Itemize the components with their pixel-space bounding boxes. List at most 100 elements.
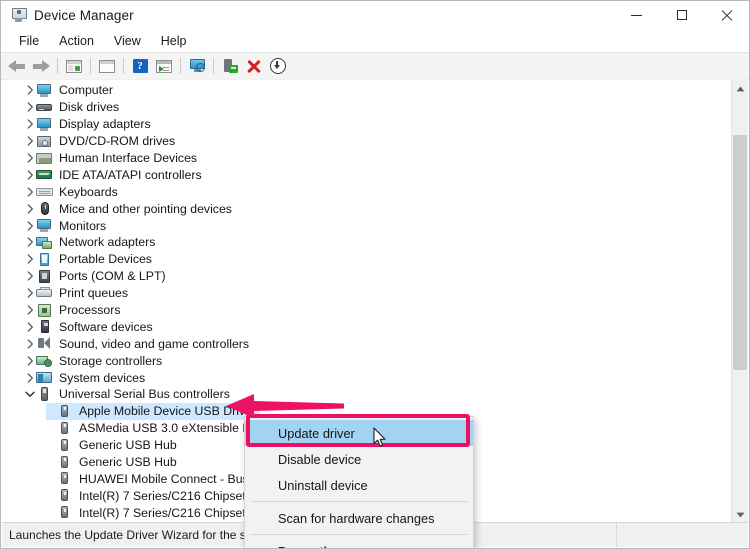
minimize-button[interactable]	[614, 1, 659, 29]
vertical-scrollbar[interactable]	[731, 80, 748, 523]
menu-bar: File Action View Help	[1, 29, 749, 52]
tree-item[interactable]: Ports (COM & LPT)	[2, 268, 730, 285]
scroll-up-button[interactable]	[732, 80, 748, 97]
chevron-right-icon[interactable]	[24, 133, 36, 149]
chevron-right-icon[interactable]	[24, 336, 36, 352]
scrollbar-thumb[interactable]	[733, 135, 747, 370]
tree-item[interactable]: Print queues	[2, 285, 730, 302]
chevron-right-icon[interactable]	[24, 268, 36, 284]
tree-item-label: Apple Mobile Device USB Driver	[79, 404, 257, 419]
chevron-right-icon[interactable]	[24, 218, 36, 234]
usb-device-icon	[56, 421, 73, 436]
system-device-icon	[36, 370, 53, 385]
maximize-button[interactable]	[659, 1, 704, 29]
tree-item-label: IDE ATA/ATAPI controllers	[59, 167, 202, 182]
tree-item[interactable]: Keyboards	[2, 183, 730, 200]
menu-view[interactable]: View	[104, 32, 151, 50]
usb-device-icon	[56, 488, 73, 503]
chevron-right-icon[interactable]	[24, 201, 36, 217]
chevron-right-icon[interactable]	[24, 234, 36, 250]
tree-item[interactable]: Sound, video and game controllers	[2, 335, 730, 352]
monitor-icon	[36, 218, 53, 233]
usb-device-icon	[56, 505, 73, 520]
tree-item-label: Portable Devices	[59, 252, 152, 267]
tree-item[interactable]: Storage controllers	[2, 352, 730, 369]
chevron-right-icon[interactable]	[24, 370, 36, 386]
ctx-disable-device[interactable]: Disable device	[245, 446, 473, 472]
tree-item[interactable]: DVD/CD-ROM drives	[2, 133, 730, 150]
window-controls	[614, 1, 749, 29]
properties-icon	[156, 59, 172, 73]
minimize-icon	[631, 14, 642, 16]
close-icon	[721, 10, 732, 21]
scan-for-hardware-changes-icon	[189, 59, 206, 73]
tree-item[interactable]: Monitors	[2, 217, 730, 234]
tree-item-label: Ports (COM & LPT)	[59, 269, 166, 284]
chevron-right-icon[interactable]	[24, 319, 36, 335]
tree-item[interactable]: System devices	[2, 369, 730, 386]
help-button[interactable]: ?	[128, 55, 152, 77]
tree-item[interactable]: IDE ATA/ATAPI controllers	[2, 166, 730, 183]
tree-item[interactable]: Display adapters	[2, 116, 730, 133]
chevron-right-icon[interactable]	[24, 167, 36, 183]
chevron-right-icon[interactable]	[24, 116, 36, 132]
properties-window-icon	[99, 59, 115, 73]
forward-button[interactable]	[29, 55, 53, 77]
tree-item[interactable]: Processors	[2, 302, 730, 319]
uninstall-device-button[interactable]	[242, 55, 266, 77]
hid-icon	[36, 151, 53, 166]
menu-action[interactable]: Action	[49, 32, 104, 50]
properties-window-button[interactable]	[95, 55, 119, 77]
chevron-right-icon[interactable]	[24, 285, 36, 301]
back-button[interactable]	[5, 55, 29, 77]
ctx-properties[interactable]: Properties	[245, 538, 473, 549]
tree-item-label: Disk drives	[59, 100, 120, 115]
tree-item[interactable]: Software devices	[2, 318, 730, 335]
update-driver-icon	[223, 58, 238, 74]
context-menu[interactable]: Update driver Disable device Uninstall dev…	[244, 416, 474, 549]
tree-item-label: Keyboards	[59, 184, 118, 199]
tree-item[interactable]: Universal Serial Bus controllers	[2, 386, 730, 403]
chevron-right-icon[interactable]	[24, 99, 36, 115]
chevron-right-icon[interactable]	[24, 150, 36, 166]
menu-file[interactable]: File	[9, 32, 49, 50]
tree-item[interactable]: Human Interface Devices	[2, 150, 730, 167]
tree-item[interactable]: Computer	[2, 82, 730, 99]
chevron-right-icon[interactable]	[24, 184, 36, 200]
chevron-right-icon[interactable]	[24, 251, 36, 267]
tree-item[interactable]: Portable Devices	[2, 251, 730, 268]
tree-item-label: Generic USB Hub	[79, 455, 177, 470]
ctx-uninstall-device[interactable]: Uninstall device	[245, 472, 473, 498]
tree-item-label: Universal Serial Bus controllers	[59, 387, 230, 402]
usb-device-icon	[56, 455, 73, 470]
disable-device-button[interactable]	[266, 55, 290, 77]
chevron-right-icon[interactable]	[24, 302, 36, 318]
properties-button[interactable]	[152, 55, 176, 77]
tree-item[interactable]: Network adapters	[2, 234, 730, 251]
tree-item-label: Monitors	[59, 218, 107, 233]
software-device-icon	[36, 319, 53, 334]
tree-item-label: Print queues	[59, 286, 129, 301]
processor-icon	[36, 303, 53, 318]
update-driver-button[interactable]	[218, 55, 242, 77]
menu-help[interactable]: Help	[151, 32, 197, 50]
chevron-right-icon[interactable]	[24, 82, 36, 98]
context-menu-separator	[251, 534, 467, 535]
scroll-down-button[interactable]	[732, 506, 748, 523]
console-tree-button[interactable]	[62, 55, 86, 77]
chevron-down-icon[interactable]	[24, 386, 36, 402]
disable-device-icon	[270, 58, 286, 74]
tree-item-label: Computer	[59, 83, 113, 98]
tree-item[interactable]: Mice and other pointing devices	[2, 200, 730, 217]
scan-hardware-button[interactable]	[185, 55, 209, 77]
disk-drive-icon	[36, 100, 53, 115]
ctx-update-driver[interactable]: Update driver	[245, 420, 473, 446]
usb-device-icon	[56, 471, 73, 486]
tree-item-label: Network adapters	[59, 235, 156, 250]
chevron-right-icon[interactable]	[24, 353, 36, 369]
printer-icon	[36, 286, 53, 301]
tree-item[interactable]: Disk drives	[2, 99, 730, 116]
ctx-scan-hardware[interactable]: Scan for hardware changes	[245, 505, 473, 531]
maximize-icon	[676, 10, 687, 20]
close-button[interactable]	[704, 1, 749, 29]
